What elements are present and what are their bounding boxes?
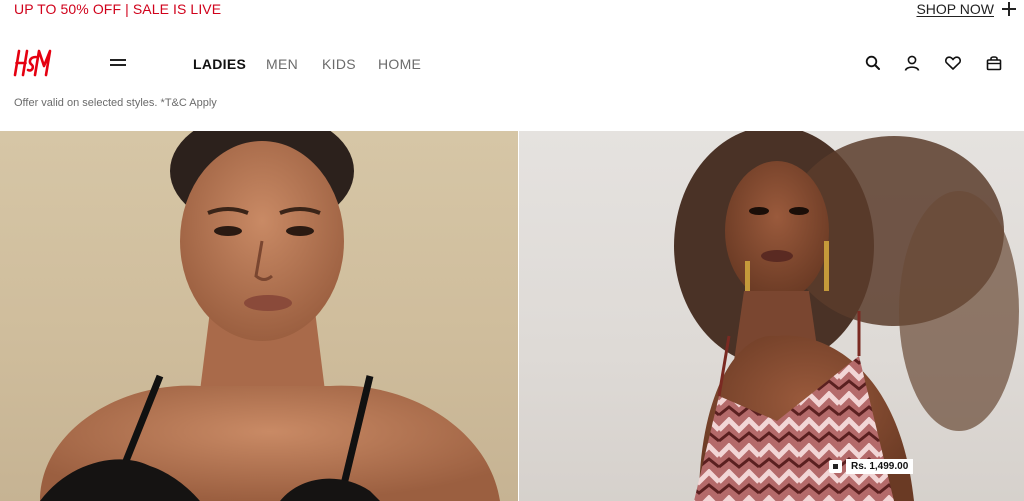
nav-item-home[interactable]: HOME [378,56,421,72]
shopping-bag-icon[interactable] [985,54,1003,72]
site-header: LADIES MEN KIDS HOME [0,40,1024,86]
nav-item-men[interactable]: MEN [266,56,298,72]
hero-image-left[interactable] [0,131,518,501]
promo-banner: UP TO 50% OFF | SALE IS LIVE SHOP NOW [0,0,1024,20]
nav-item-ladies[interactable]: LADIES [193,56,246,72]
hamburger-menu-button[interactable] [110,56,126,70]
offer-note: Offer valid on selected styles. *T&C App… [14,97,217,109]
model-black-top-photo [40,131,500,501]
header-icons [864,54,1024,74]
hm-logo[interactable] [13,46,57,78]
hamburger-icon-line [110,64,126,66]
hero-image-right[interactable] [519,131,1024,501]
hero-section [0,131,1024,501]
plus-icon [1002,2,1016,16]
hm-logo-icon [13,49,52,77]
favorites-icon[interactable] [944,54,962,72]
shop-now-label: SHOP NOW [916,1,994,17]
nav-item-kids[interactable]: KIDS [322,56,356,72]
promo-text-link[interactable]: UP TO 50% OFF | SALE IS LIVE [14,1,221,17]
price-label: Rs. 1,499.00 [846,459,914,474]
model-printed-dress-photo [674,131,1019,501]
price-tag-dot-icon [829,460,842,473]
account-icon[interactable] [903,54,921,72]
search-icon[interactable] [864,54,882,72]
product-price-tag[interactable]: Rs. 1,499.00 [829,459,914,474]
shop-now-button[interactable]: SHOP NOW [916,1,1016,17]
hamburger-icon-line [110,59,126,61]
